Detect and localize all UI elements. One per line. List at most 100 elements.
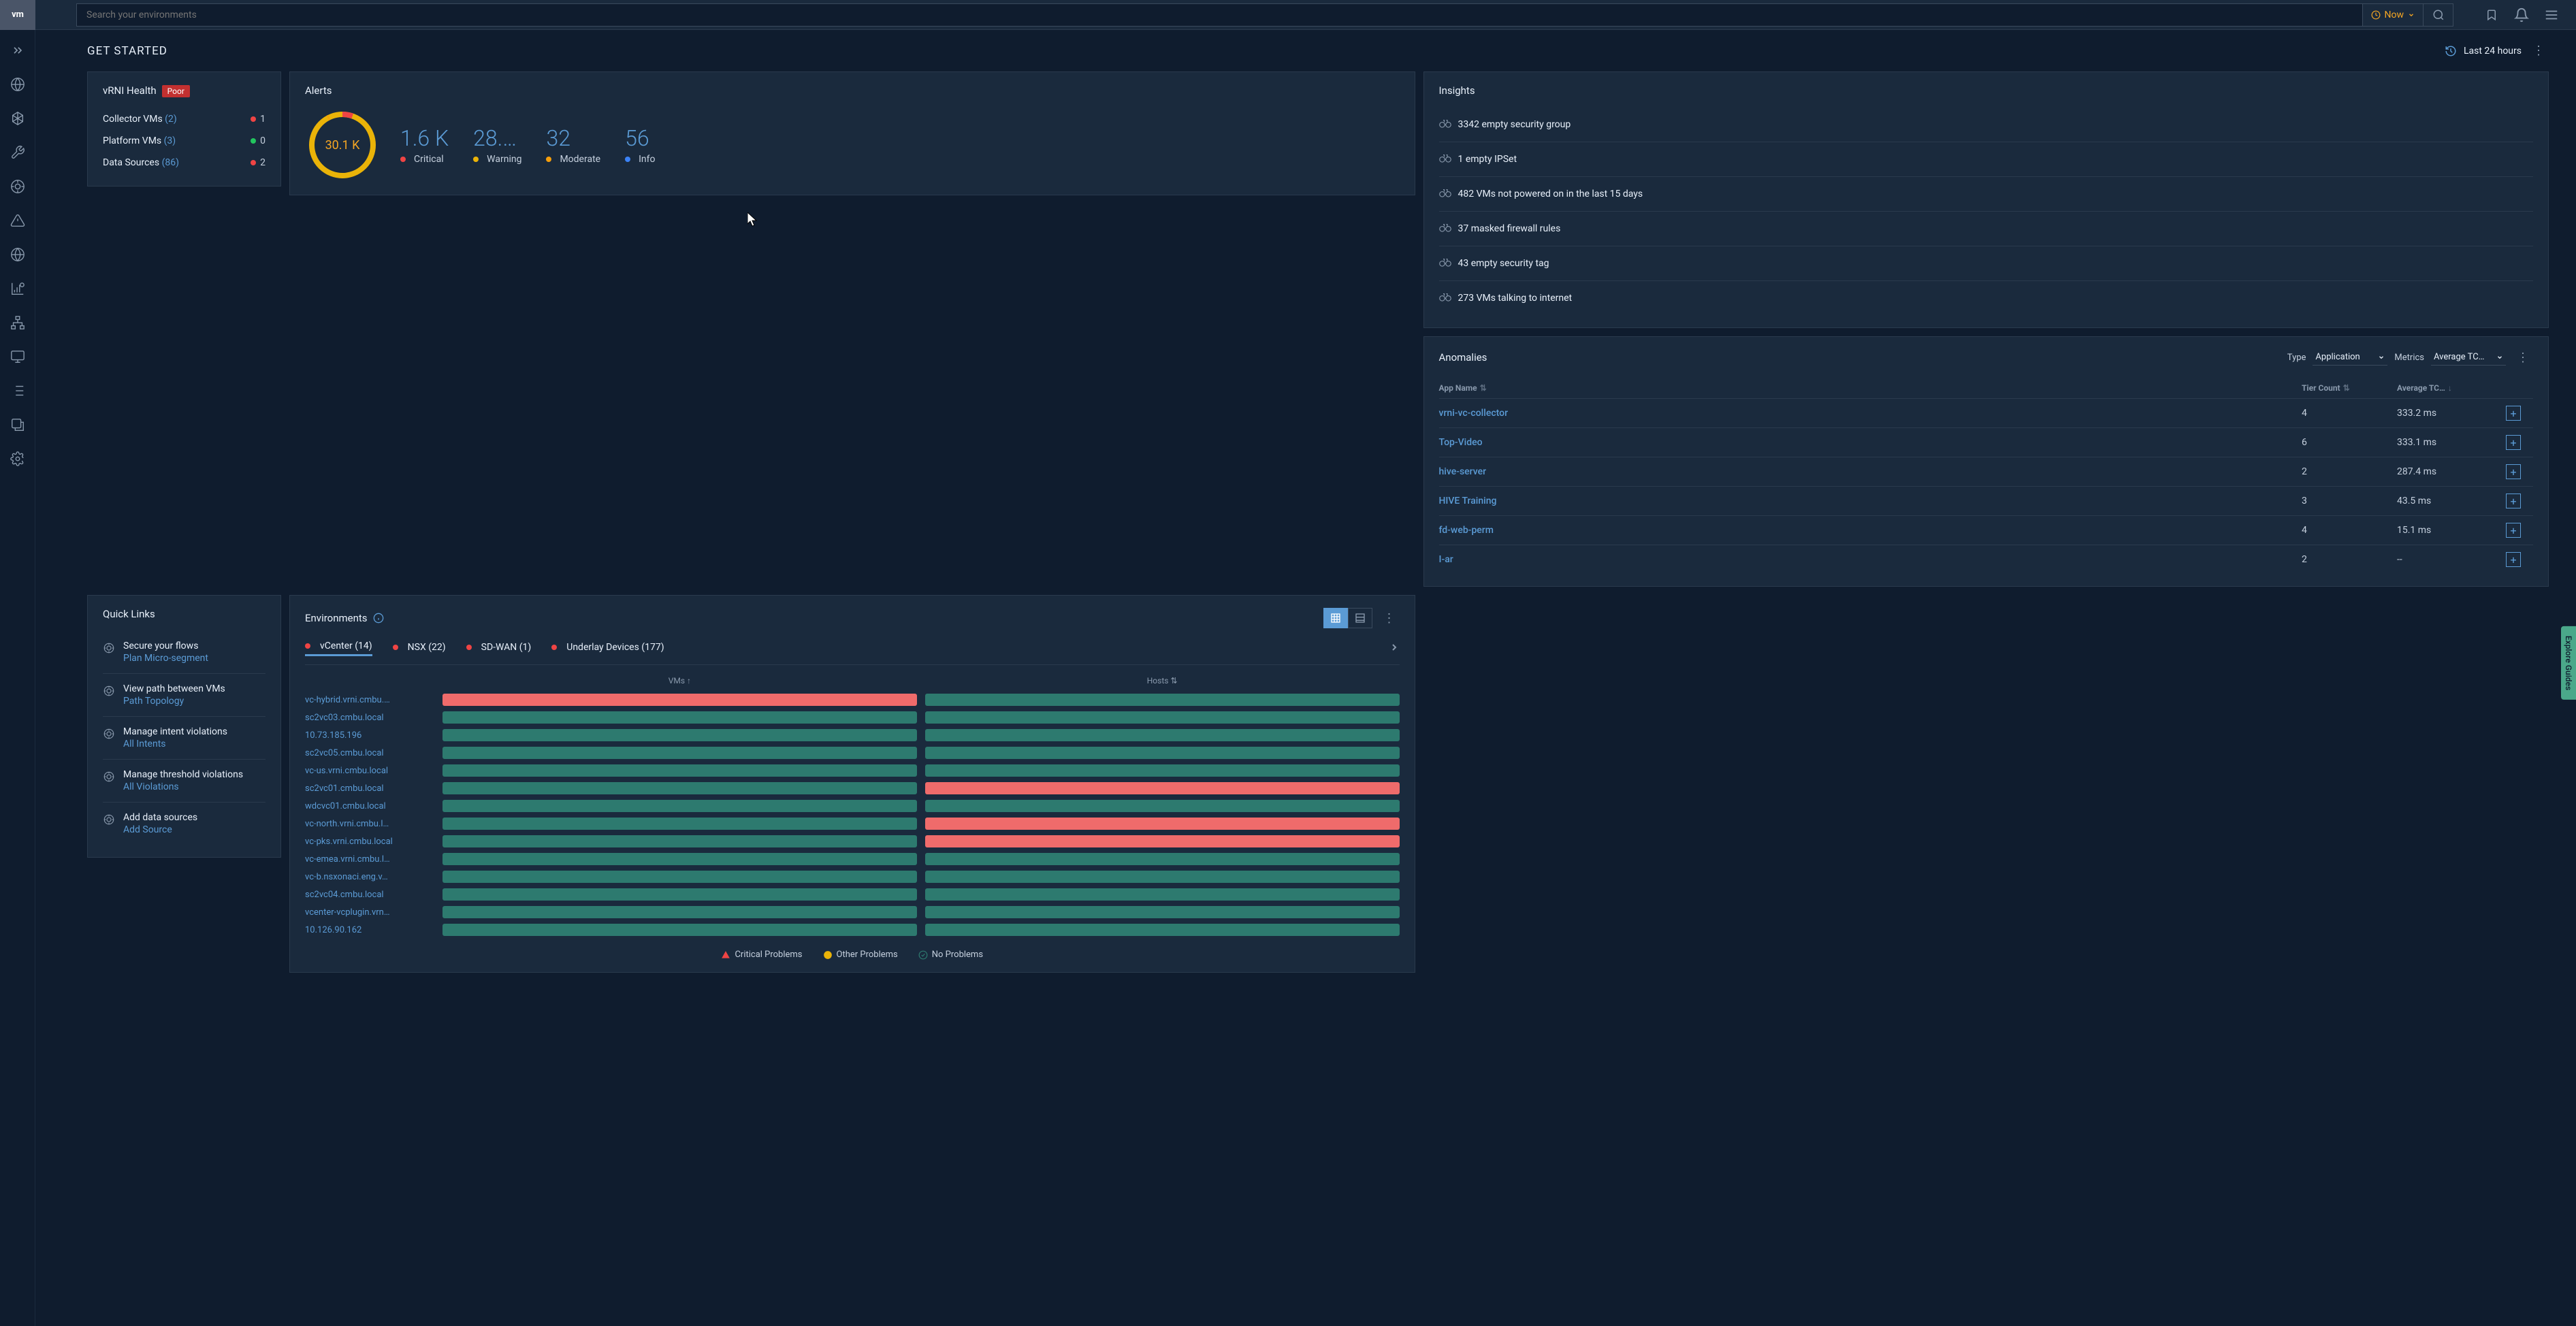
logo[interactable]: vm bbox=[0, 0, 35, 30]
sidebar-item-topology[interactable] bbox=[8, 313, 27, 332]
anomaly-app-link[interactable]: HIVE Training bbox=[1439, 496, 2296, 506]
vm-bar[interactable] bbox=[442, 711, 917, 724]
info-icon[interactable] bbox=[373, 613, 384, 624]
host-bar[interactable] bbox=[925, 764, 1400, 777]
anomaly-app-link[interactable]: fd-web-perm bbox=[1439, 525, 2296, 536]
quick-link[interactable]: Add Source bbox=[123, 824, 197, 835]
host-bar[interactable] bbox=[925, 694, 1400, 706]
explore-guides-tab[interactable]: Explore Guides bbox=[2561, 626, 2576, 700]
vm-bar[interactable] bbox=[442, 729, 917, 741]
quick-link[interactable]: All Intents bbox=[123, 739, 227, 749]
host-bar[interactable] bbox=[925, 906, 1400, 918]
host-bar[interactable] bbox=[925, 835, 1400, 847]
insight-item[interactable]: 1 empty IPSet bbox=[1439, 142, 2534, 177]
hamburger-menu-icon[interactable] bbox=[2543, 7, 2560, 23]
health-row[interactable]: Collector VMs (2)1 bbox=[103, 108, 265, 130]
anomaly-app-link[interactable]: Top-Video bbox=[1439, 437, 2296, 448]
anomalies-menu[interactable]: ⋮ bbox=[2513, 351, 2533, 365]
env-name-link[interactable]: vc-hybrid.vrni.cmbu.… bbox=[305, 695, 434, 705]
sidebar-expand[interactable] bbox=[8, 41, 27, 60]
time-range-selector[interactable]: Last 24 hours ⋮ bbox=[2445, 44, 2549, 58]
anom-col-avg[interactable]: Average TC…↓ bbox=[2397, 383, 2499, 393]
alerts-donut-chart[interactable]: 30.1 K bbox=[305, 108, 380, 182]
expand-button[interactable]: + bbox=[2506, 494, 2521, 508]
vm-bar[interactable] bbox=[442, 924, 917, 936]
expand-button[interactable]: + bbox=[2506, 464, 2521, 479]
alert-stat[interactable]: 32Moderate bbox=[546, 125, 600, 165]
env-name-link[interactable]: 10.73.185.196 bbox=[305, 730, 434, 741]
health-row[interactable]: Data Sources (86)2 bbox=[103, 152, 265, 174]
anomaly-app-link[interactable]: I-ar bbox=[1439, 554, 2296, 565]
env-name-link[interactable]: sc2vc04.cmbu.local bbox=[305, 890, 434, 900]
insight-item[interactable]: 273 VMs talking to internet bbox=[1439, 281, 2534, 315]
alert-stat[interactable]: 56Info bbox=[625, 125, 655, 165]
vm-bar[interactable] bbox=[442, 853, 917, 865]
vm-bar[interactable] bbox=[442, 871, 917, 883]
env-name-link[interactable]: vc-pks.vrni.cmbu.local bbox=[305, 837, 434, 847]
alert-stat[interactable]: 28.…Warning bbox=[473, 125, 521, 165]
vm-bar[interactable] bbox=[442, 747, 917, 759]
host-bar[interactable] bbox=[925, 871, 1400, 883]
host-bar[interactable] bbox=[925, 853, 1400, 865]
vm-bar[interactable] bbox=[442, 835, 917, 847]
search-button[interactable] bbox=[2424, 3, 2453, 27]
environments-menu[interactable]: ⋮ bbox=[1379, 611, 1400, 626]
env-name-link[interactable]: vc-b.nsxonaci.eng.v… bbox=[305, 872, 434, 882]
sidebar-item-database[interactable] bbox=[8, 415, 27, 434]
quick-link[interactable]: All Violations bbox=[123, 781, 243, 792]
host-bar[interactable] bbox=[925, 747, 1400, 759]
vm-bar[interactable] bbox=[442, 906, 917, 918]
env-tab[interactable]: vCenter (14) bbox=[305, 641, 372, 656]
alert-stat[interactable]: 1.6 KCritical bbox=[400, 125, 449, 165]
env-col-hosts[interactable]: Hosts ⇅ bbox=[925, 676, 1400, 685]
sidebar-item-alert[interactable] bbox=[8, 211, 27, 230]
sidebar-item-list[interactable] bbox=[8, 381, 27, 400]
host-bar[interactable] bbox=[925, 711, 1400, 724]
host-bar[interactable] bbox=[925, 888, 1400, 901]
env-name-link[interactable]: vc-north.vrni.cmbu.l… bbox=[305, 819, 434, 829]
expand-button[interactable]: + bbox=[2506, 406, 2521, 421]
vm-bar[interactable] bbox=[442, 888, 917, 901]
vm-bar[interactable] bbox=[442, 764, 917, 777]
quick-link[interactable]: Path Topology bbox=[123, 696, 225, 707]
insight-item[interactable]: 482 VMs not powered on in the last 15 da… bbox=[1439, 177, 2534, 212]
env-name-link[interactable]: vcenter-vcplugin.vrn… bbox=[305, 907, 434, 918]
anom-col-tier[interactable]: Tier Count⇅ bbox=[2302, 383, 2390, 393]
quick-link[interactable]: Plan Micro-segment bbox=[123, 653, 208, 664]
anom-col-appname[interactable]: App Name⇅ bbox=[1439, 383, 2296, 393]
env-col-vms[interactable]: VMs ↑ bbox=[442, 676, 917, 685]
host-bar[interactable] bbox=[925, 924, 1400, 936]
view-table-button[interactable] bbox=[1348, 608, 1372, 628]
anomalies-metrics-dropdown[interactable]: Average TC… bbox=[2431, 349, 2506, 366]
host-bar[interactable] bbox=[925, 782, 1400, 794]
bell-icon[interactable] bbox=[2513, 7, 2530, 23]
anomaly-app-link[interactable]: hive-server bbox=[1439, 466, 2296, 477]
insight-item[interactable]: 3342 empty security group bbox=[1439, 108, 2534, 142]
view-chart-button[interactable] bbox=[1323, 608, 1348, 628]
anomaly-app-link[interactable]: vrni-vc-collector bbox=[1439, 408, 2296, 419]
expand-button[interactable]: + bbox=[2506, 552, 2521, 567]
vm-bar[interactable] bbox=[442, 818, 917, 830]
env-tab[interactable]: SD-WAN (1) bbox=[466, 642, 532, 656]
sidebar-item-analytics[interactable] bbox=[8, 279, 27, 298]
env-name-link[interactable]: 10.126.90.162 bbox=[305, 925, 434, 935]
sidebar-item-settings[interactable] bbox=[8, 449, 27, 468]
sidebar-item-globe[interactable] bbox=[8, 75, 27, 94]
env-name-link[interactable]: vc-us.vrni.cmbu.local bbox=[305, 766, 434, 776]
env-name-link[interactable]: vc-emea.vrni.cmbu.l… bbox=[305, 854, 434, 864]
health-row[interactable]: Platform VMs (3)0 bbox=[103, 130, 265, 152]
host-bar[interactable] bbox=[925, 800, 1400, 812]
anomalies-type-dropdown[interactable]: Application bbox=[2313, 349, 2387, 366]
vm-bar[interactable] bbox=[442, 800, 917, 812]
vm-bar[interactable] bbox=[442, 694, 917, 706]
time-range-menu[interactable]: ⋮ bbox=[2528, 44, 2549, 58]
time-now-button[interactable]: Now bbox=[2363, 3, 2424, 27]
host-bar[interactable] bbox=[925, 818, 1400, 830]
env-name-link[interactable]: sc2vc05.cmbu.local bbox=[305, 748, 434, 758]
env-name-link[interactable]: sc2vc01.cmbu.local bbox=[305, 783, 434, 794]
search-input[interactable] bbox=[76, 3, 2363, 27]
insight-item[interactable]: 43 empty security tag bbox=[1439, 246, 2534, 281]
bookmark-icon[interactable] bbox=[2483, 7, 2500, 23]
env-name-link[interactable]: sc2vc03.cmbu.local bbox=[305, 713, 434, 723]
host-bar[interactable] bbox=[925, 729, 1400, 741]
